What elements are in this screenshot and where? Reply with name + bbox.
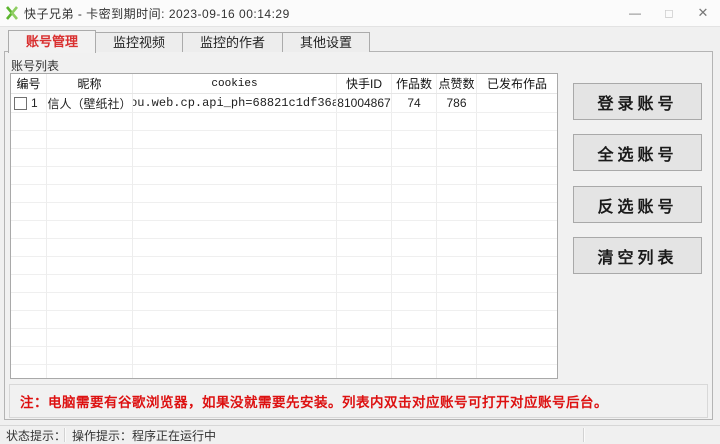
row-nickname: 信人（壁纸社） xyxy=(47,94,133,112)
statusbar-separator xyxy=(583,428,585,442)
table-header-row: 编号 昵称 cookies 快手ID 作品数 点赞数 已发布作品 xyxy=(11,74,557,94)
clear-list-button[interactable]: 清空列表 xyxy=(573,237,702,274)
app-icon xyxy=(5,6,19,20)
row-works-count: 74 xyxy=(392,94,437,112)
column-header-likes-count[interactable]: 点赞数 xyxy=(437,74,477,93)
column-header-works-count[interactable]: 作品数 xyxy=(392,74,437,93)
row-checkbox[interactable] xyxy=(14,97,27,110)
account-list-label: 账号列表 xyxy=(11,57,59,74)
row-id-cell: 1 xyxy=(11,94,47,112)
status-operation-message: 操作提示：程序正在运行中 xyxy=(66,427,583,444)
invert-selection-button[interactable]: 反选账号 xyxy=(573,186,702,223)
row-published-works xyxy=(477,94,557,112)
table-empty-area xyxy=(11,113,557,379)
note-panel: 注：电脑需要有谷歌浏览器，如果没就需要先安装。列表内双击对应账号可打开对应账号后… xyxy=(9,384,708,418)
status-state-label: 状态提示： xyxy=(0,427,64,444)
tab-monitor-video[interactable]: 监控视频 xyxy=(95,32,183,52)
status-bar: 状态提示： 操作提示：程序正在运行中 xyxy=(0,425,720,444)
minimize-icon[interactable]: — xyxy=(618,0,652,26)
select-all-accounts-button[interactable]: 全选账号 xyxy=(573,134,702,171)
window-title: 快子兄弟 - 卡密到期时间: 2023-09-16 00:14:29 xyxy=(24,5,290,22)
column-header-nickname[interactable]: 昵称 xyxy=(47,74,133,93)
title-bar: 快子兄弟 - 卡密到期时间: 2023-09-16 00:14:29 — ◻ ✕ xyxy=(0,0,720,27)
tab-other-settings[interactable]: 其他设置 xyxy=(282,32,370,52)
column-header-cookies[interactable]: cookies xyxy=(133,74,337,93)
row-id: 1 xyxy=(31,96,38,110)
row-cookies: kuaishou.web.cp.api_ph=68821c1df36a7d7..… xyxy=(133,94,337,112)
window-controls: — ◻ ✕ xyxy=(618,0,720,26)
column-header-id[interactable]: 编号 xyxy=(11,74,47,93)
row-kuaishou-id: 1810048674 xyxy=(337,94,392,112)
tab-strip: 账号管理 监控视频 监控的作者 其他设置 xyxy=(8,29,370,52)
account-management-page: 账号列表 编号 昵称 cookies 快手ID 作品数 点赞数 已发布作品 1 … xyxy=(4,51,713,420)
account-table: 编号 昵称 cookies 快手ID 作品数 点赞数 已发布作品 1 信人（壁纸… xyxy=(10,73,558,379)
login-account-button[interactable]: 登录账号 xyxy=(573,83,702,120)
maximize-icon[interactable]: ◻ xyxy=(652,0,686,26)
tab-account-management[interactable]: 账号管理 xyxy=(8,30,96,53)
tab-monitored-authors[interactable]: 监控的作者 xyxy=(182,32,283,52)
note-text: 注：电脑需要有谷歌浏览器，如果没就需要先安装。列表内双击对应账号可打开对应账号后… xyxy=(10,391,608,411)
column-header-kuaishou-id[interactable]: 快手ID xyxy=(337,74,392,93)
table-row[interactable]: 1 信人（壁纸社） kuaishou.web.cp.api_ph=68821c1… xyxy=(11,94,557,113)
column-header-published-works[interactable]: 已发布作品 xyxy=(477,74,557,93)
close-icon[interactable]: ✕ xyxy=(686,0,720,26)
row-likes-count: 786 xyxy=(437,94,477,112)
